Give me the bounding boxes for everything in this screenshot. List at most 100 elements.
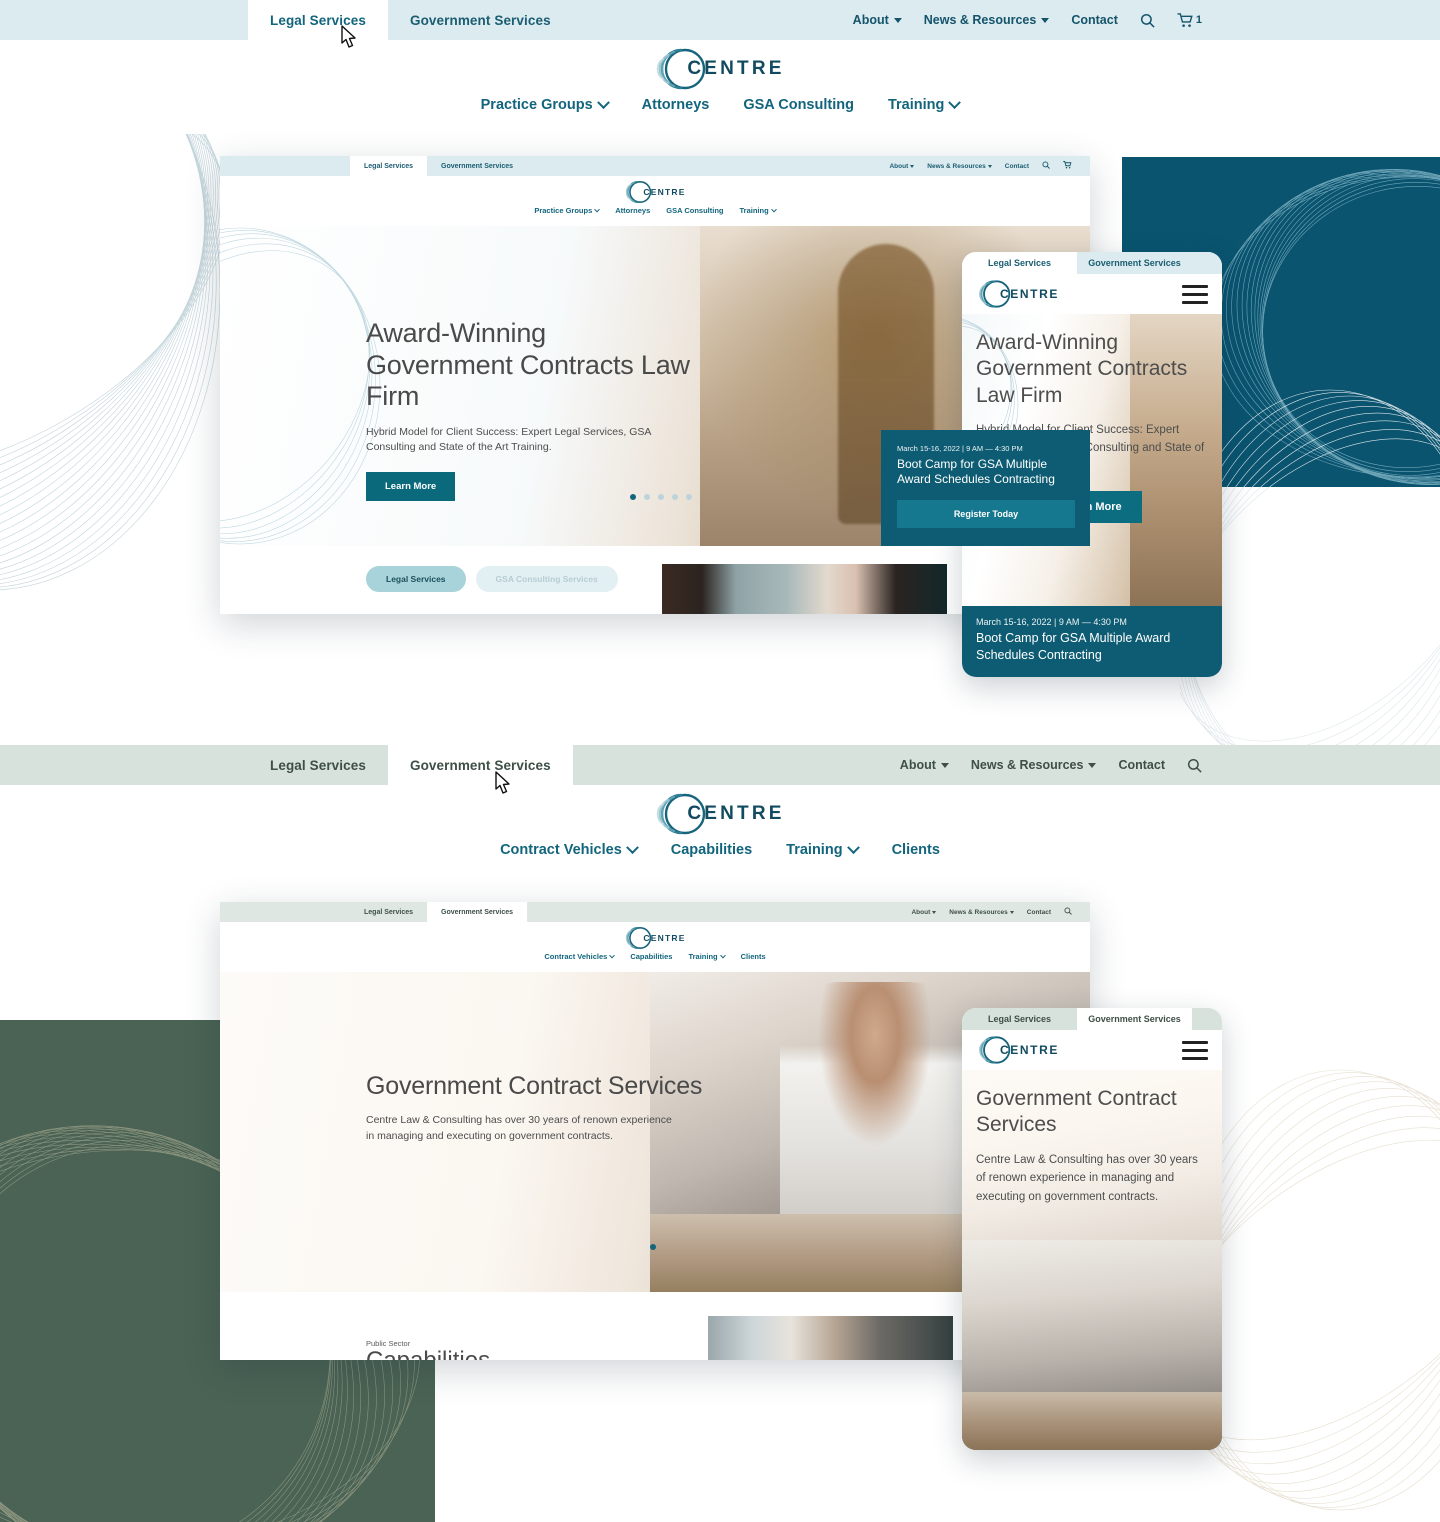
mobile2-hero-body: Centre Law & Consulting has over 30 year… — [976, 1153, 1198, 1203]
mobile2-tab-legal-services[interactable]: Legal Services — [962, 1008, 1077, 1030]
carousel-dot[interactable] — [658, 494, 664, 500]
nav-training-2-label: Training — [786, 842, 843, 858]
mobile-tab-spacer — [1192, 252, 1222, 274]
mobile-utility-bar: Legal Services Government Services — [962, 252, 1222, 274]
mockup-brand-bar: CENTRE Practice Groups Attorneys GSA Con… — [220, 176, 1090, 226]
mockup-tab-legal-services[interactable]: Legal Services — [350, 156, 428, 176]
mobile2-logo[interactable]: CENTRE — [976, 1034, 1059, 1066]
carousel-dot[interactable] — [644, 494, 650, 500]
mockup2-nav-contract-vehicles[interactable]: Contract Vehicles — [544, 952, 616, 961]
carousel-dot[interactable] — [672, 494, 678, 500]
mockup2-nav-training[interactable]: Training — [688, 952, 726, 961]
mobile-logo[interactable]: CENTRE — [976, 278, 1059, 310]
hamburger-icon[interactable] — [1182, 1040, 1208, 1060]
utility-bar-government: Legal Services Government Services About… — [0, 745, 1440, 785]
mockup-carousel-dots — [630, 494, 692, 500]
mockup2-main-nav: Contract Vehicles Capabilities Training … — [220, 952, 1090, 961]
mockup-learn-more-button[interactable]: Learn More — [366, 472, 456, 502]
nav-training[interactable]: Training — [888, 95, 962, 113]
chevron-down-icon — [594, 206, 601, 212]
nav-clients[interactable]: Clients — [892, 842, 940, 858]
logo-government[interactable]: CENTRE — [0, 785, 1440, 835]
pill-legal-services[interactable]: Legal Services — [366, 566, 466, 592]
util-link-news-resources[interactable]: News & Resources — [924, 13, 1050, 27]
chevron-down-icon — [910, 164, 915, 168]
mockup2-carousel-dots — [650, 1244, 656, 1250]
carousel-dot[interactable] — [650, 1244, 656, 1250]
tab-government-services-2[interactable]: Government Services — [387, 745, 573, 785]
mockup-nav-attorneys[interactable]: Attorneys — [615, 206, 650, 215]
nav-capabilities[interactable]: Capabilities — [671, 842, 752, 858]
chevron-down-icon — [625, 840, 639, 854]
util-link-about-2[interactable]: About — [900, 758, 949, 772]
mockup2-util-contact[interactable]: Contact — [1027, 909, 1051, 916]
mockup-util-news[interactable]: News & Resources — [927, 163, 992, 170]
mobile-brand-bar: CENTRE — [962, 274, 1222, 314]
carousel-dot[interactable] — [630, 494, 636, 500]
chevron-down-icon — [1041, 17, 1050, 23]
mockup-nav-gsa-consulting[interactable]: GSA Consulting — [666, 206, 723, 215]
nav-gsa-consulting-label: GSA Consulting — [743, 97, 854, 113]
hamburger-icon[interactable] — [1182, 284, 1208, 304]
mockup2-tab-legal-services[interactable]: Legal Services — [350, 902, 427, 922]
mobile-tab-government-services[interactable]: Government Services — [1077, 252, 1192, 274]
mockup-logo[interactable]: CENTRE — [220, 176, 1090, 204]
mockup-util-contact[interactable]: Contact — [1005, 163, 1029, 170]
mockup-register-today-button[interactable]: Register Today — [897, 500, 1075, 528]
chevron-down-icon — [893, 17, 902, 23]
search-icon[interactable] — [1064, 907, 1072, 917]
tab-legal-services[interactable]: Legal Services — [248, 0, 388, 40]
mobile-event-card: March 15-16, 2022 | 9 AM — 4:30 PM Boot … — [962, 606, 1222, 677]
chevron-down-icon — [846, 840, 860, 854]
search-icon[interactable] — [1042, 161, 1050, 171]
nav-training-2[interactable]: Training — [786, 840, 860, 858]
cart-icon[interactable] — [1063, 161, 1072, 171]
cart-icon[interactable]: 1 — [1177, 12, 1202, 28]
util-link-about[interactable]: About — [853, 13, 902, 27]
mockup2-logo[interactable]: CENTRE — [220, 922, 1090, 950]
mockup2-util-news[interactable]: News & Resources — [949, 909, 1014, 916]
search-icon[interactable] — [1187, 758, 1202, 773]
mockup2-nav-clients[interactable]: Clients — [741, 952, 766, 961]
tab-government-services[interactable]: Government Services — [388, 0, 573, 40]
util-link-contact-label: Contact — [1071, 13, 1118, 27]
mockup2-tab-government-services[interactable]: Government Services — [427, 902, 528, 922]
mockup-util-about[interactable]: About — [889, 163, 915, 170]
nav-attorneys[interactable]: Attorneys — [642, 97, 710, 113]
mobile2-utility-bar: Legal Services Government Services — [962, 1008, 1222, 1030]
util-link-about-2-label: About — [899, 758, 936, 772]
mobile-logo-wordmark: CENTRE — [1000, 287, 1059, 301]
carousel-dot[interactable] — [686, 494, 692, 500]
mockup2-nav-capabilities[interactable]: Capabilities — [630, 952, 672, 961]
mockup2-util-about[interactable]: About — [911, 909, 937, 916]
nav-attorneys-label: Attorneys — [641, 97, 710, 113]
chevron-down-icon — [940, 762, 949, 768]
util-link-contact[interactable]: Contact — [1071, 13, 1118, 27]
tab-legal-services-2[interactable]: Legal Services — [248, 745, 388, 785]
mobile2-hero-copy: Government Contract Services Centre Law … — [962, 1070, 1222, 1206]
mobile-event-title: Boot Camp for GSA Multiple Award Schedul… — [976, 631, 1171, 662]
mockup-nav-training[interactable]: Training — [740, 206, 777, 215]
mockup2-capabilities-strip: Public Sector Capabilities — [220, 1292, 1090, 1360]
desktop-mockup-legal: Legal Services Government Services About… — [220, 156, 1090, 614]
mobile-tab-legal-services[interactable]: Legal Services — [962, 252, 1077, 274]
nav-contract-vehicles-label: Contract Vehicles — [500, 842, 622, 858]
logo-wordmark: CENTRE — [687, 58, 785, 79]
nav-gsa-consulting[interactable]: GSA Consulting — [743, 97, 854, 113]
mockup-event-card: March 15-16, 2022 | 9 AM — 4:30 PM Boot … — [881, 429, 1090, 546]
logo-legal[interactable]: CENTRE — [0, 40, 1440, 90]
nav-practice-groups[interactable]: Practice Groups — [481, 95, 610, 113]
nav-contract-vehicles[interactable]: Contract Vehicles — [500, 840, 639, 858]
page-root: Legal Services Government Services About… — [0, 0, 1440, 1522]
main-nav-government: Contract Vehicles Capabilities Training … — [0, 840, 1440, 858]
util-link-contact-2[interactable]: Contact — [1118, 758, 1165, 772]
chevron-down-icon — [932, 910, 937, 914]
mobile2-tab-government-services[interactable]: Government Services — [1077, 1008, 1192, 1030]
mockup2-service-tabs: Legal Services Government Services — [350, 902, 528, 922]
mockup-tab-government-services[interactable]: Government Services — [427, 156, 527, 176]
mockup-nav-practice-groups[interactable]: Practice Groups — [534, 206, 601, 215]
util-link-news-2-label: News & Resources — [970, 758, 1084, 772]
search-icon[interactable] — [1140, 13, 1155, 28]
pill-gsa-consulting-services[interactable]: GSA Consulting Services — [475, 566, 618, 592]
util-link-news-resources-2[interactable]: News & Resources — [971, 758, 1097, 772]
